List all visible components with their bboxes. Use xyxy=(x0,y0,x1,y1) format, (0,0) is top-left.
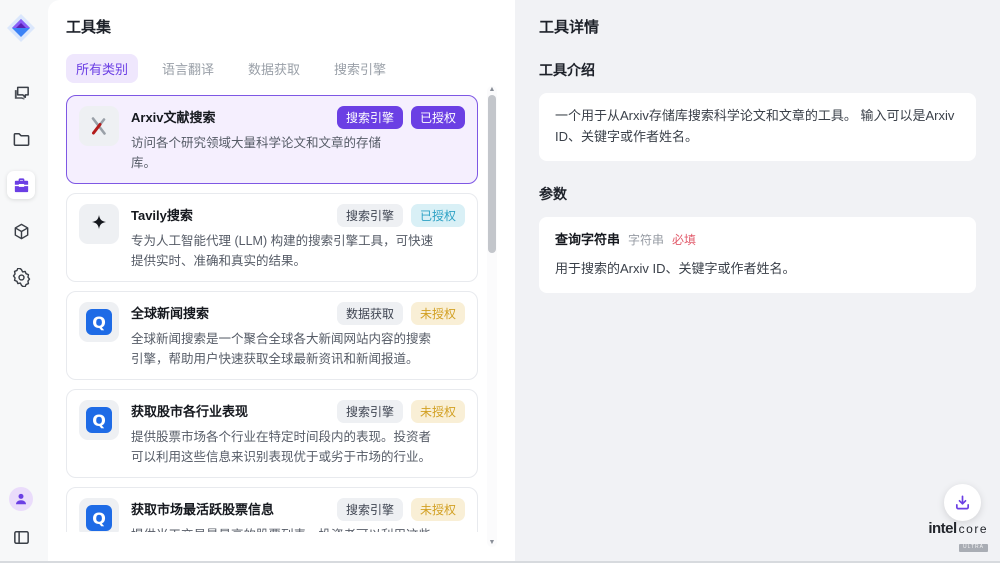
list-scrollbar[interactable]: ▲ ▼ xyxy=(487,86,497,547)
download-icon xyxy=(954,494,971,511)
toolbox-icon[interactable] xyxy=(7,171,35,199)
ultra-badge: ULTRA xyxy=(959,544,988,552)
tool-card-arxiv[interactable]: Arxiv文献搜索 搜索引擎 已授权 访问各个研究领域大量科学论文和文章的存储库… xyxy=(66,95,478,184)
auth-badge: 已授权 xyxy=(411,106,465,129)
app-logo-icon xyxy=(6,13,36,43)
person-icon xyxy=(14,492,28,506)
tab-translation[interactable]: 语言翻译 xyxy=(152,54,224,83)
blue-search-app-icon: Q xyxy=(79,498,119,532)
auth-badge: 未授权 xyxy=(411,498,465,521)
tab-data-fetch[interactable]: 数据获取 xyxy=(238,54,310,83)
blue-search-app-icon: Q xyxy=(79,302,119,342)
arxiv-logo-icon xyxy=(79,106,119,146)
toolset-title: 工具集 xyxy=(66,16,515,37)
cube-icon[interactable] xyxy=(7,217,35,245)
tool-card-global-news[interactable]: Q 全球新闻搜索 数据获取 未授权 全球新闻搜索是一个聚合全球各大新闻网站内容的… xyxy=(66,291,478,380)
detail-title: 工具详情 xyxy=(539,16,976,37)
folder-icon[interactable] xyxy=(7,125,35,153)
tool-name: Tavily搜索 xyxy=(131,204,193,224)
param-card: 查询字符串 字符串 必填 用于搜索的Arxiv ID、关键字或作者姓名。 xyxy=(539,217,976,294)
tool-name: 获取股市各行业表现 xyxy=(131,400,248,420)
tool-desc: 提供股票市场各个行业在特定时间段内的表现。投资者可以利用这些信息来识别表现优于或… xyxy=(131,427,436,467)
category-badge: 搜索引擎 xyxy=(337,106,403,129)
param-name: 查询字符串 xyxy=(555,230,620,251)
download-button[interactable] xyxy=(944,484,981,521)
category-badge: 数据获取 xyxy=(337,302,403,325)
scroll-up-icon[interactable]: ▲ xyxy=(487,86,497,94)
auth-badge: 未授权 xyxy=(411,302,465,325)
tool-card-active-stocks[interactable]: Q 获取市场最活跃股票信息 搜索引擎 未授权 提供当天交易量最高的股票列表，投资… xyxy=(66,487,478,532)
core-wordmark: core xyxy=(959,523,988,535)
category-badge: 搜索引擎 xyxy=(337,204,403,227)
app-window: 工具集 所有类别 语言翻译 数据获取 搜索引擎 Arxiv文献搜索 xyxy=(0,0,1000,563)
scroll-down-icon[interactable]: ▼ xyxy=(487,539,497,547)
params-heading: 参数 xyxy=(539,184,976,204)
category-badge: 搜索引擎 xyxy=(337,400,403,423)
tool-name: 全球新闻搜索 xyxy=(131,302,209,322)
tool-card-sector-performance[interactable]: Q 获取股市各行业表现 搜索引擎 未授权 提供股票市场各个行业在特定时间段内的表… xyxy=(66,389,478,478)
scrollbar-thumb[interactable] xyxy=(488,95,496,253)
intel-wordmark: intel xyxy=(928,521,956,536)
tab-all-categories[interactable]: 所有类别 xyxy=(66,54,138,83)
category-tabs: 所有类别 语言翻译 数据获取 搜索引擎 xyxy=(66,54,515,83)
intro-heading: 工具介绍 xyxy=(539,60,976,80)
tool-desc: 专为人工智能代理 (LLM) 构建的搜索引擎工具，可快速提供实时、准确和真实的结… xyxy=(131,231,436,271)
auth-badge: 已授权 xyxy=(411,204,465,227)
settings-gear-icon[interactable] xyxy=(7,263,35,291)
param-required-label: 必填 xyxy=(672,231,696,250)
blue-search-app-icon: Q xyxy=(79,400,119,440)
auth-badge: 未授权 xyxy=(411,400,465,423)
tool-name: Arxiv文献搜索 xyxy=(131,106,216,126)
param-type: 字符串 xyxy=(628,231,664,250)
tool-name: 获取市场最活跃股票信息 xyxy=(131,498,274,518)
tool-detail-panel: 工具详情 工具介绍 一个用于从Arxiv存储库搜索科学论文和文章的工具。 输入可… xyxy=(515,0,1000,561)
category-badge: 搜索引擎 xyxy=(337,498,403,521)
chat-icon[interactable] xyxy=(7,79,35,107)
tab-search-engine[interactable]: 搜索引擎 xyxy=(324,54,396,83)
sparkle-star-icon xyxy=(79,204,119,244)
intel-core-logo: intel core ULTRA xyxy=(928,521,988,552)
tool-desc: 提供当天交易量最高的股票列表，投资者可以利用这些信息来识别流动性强的股票和潜在的… xyxy=(131,525,436,532)
panel-toggle-icon[interactable] xyxy=(7,523,35,551)
tool-desc: 全球新闻搜索是一个聚合全球各大新闻网站内容的搜索引擎，帮助用户快速获取全球最新资… xyxy=(131,329,436,369)
intro-card: 一个用于从Arxiv存储库搜索科学论文和文章的工具。 输入可以是Arxiv ID… xyxy=(539,93,976,161)
user-avatar[interactable] xyxy=(9,487,33,511)
tool-card-tavily[interactable]: Tavily搜索 搜索引擎 已授权 专为人工智能代理 (LLM) 构建的搜索引擎… xyxy=(66,193,478,282)
left-rail xyxy=(0,0,42,561)
tool-desc: 访问各个研究领域大量科学论文和文章的存储库。 xyxy=(131,133,381,173)
param-desc: 用于搜索的Arxiv ID、关键字或作者姓名。 xyxy=(555,259,960,280)
tool-list: Arxiv文献搜索 搜索引擎 已授权 访问各个研究领域大量科学论文和文章的存储库… xyxy=(66,95,478,532)
toolset-panel: 工具集 所有类别 语言翻译 数据获取 搜索引擎 Arxiv文献搜索 xyxy=(48,0,515,561)
